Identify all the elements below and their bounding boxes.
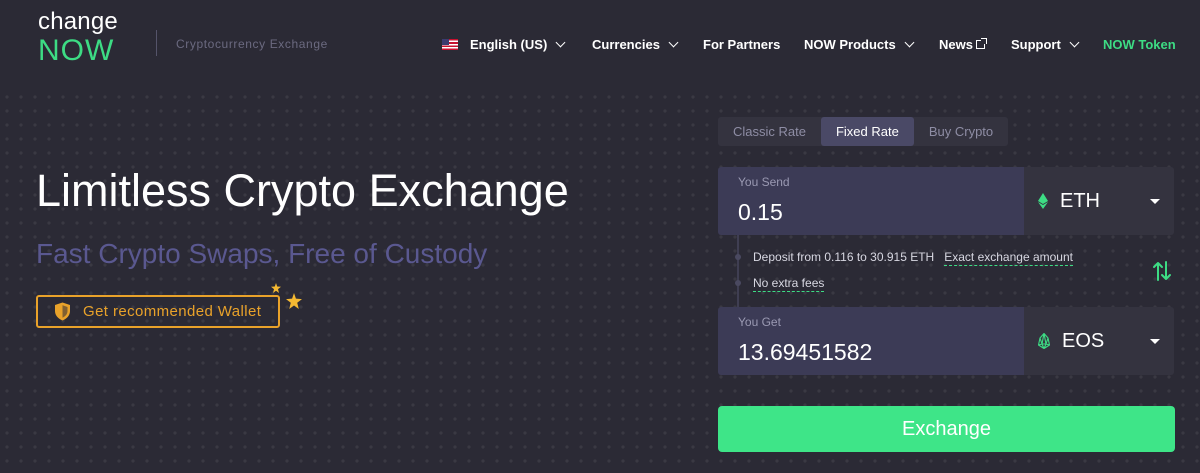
- chevron-down-icon: [1069, 37, 1080, 48]
- get-currency-ticker: EOS: [1062, 329, 1105, 352]
- tab-fixed-rate[interactable]: Fixed Rate: [820, 117, 914, 146]
- chevron-down-icon: [904, 37, 915, 48]
- logo[interactable]: change NOW: [38, 10, 118, 66]
- info-dot: [735, 254, 741, 260]
- nav-partners[interactable]: For Partners: [703, 37, 780, 52]
- no-fees-info: No extra fees: [753, 276, 825, 292]
- shield-icon: [55, 302, 70, 321]
- get-wallet-label: Get recommended Wallet: [83, 303, 262, 320]
- info-dot: [735, 280, 741, 286]
- get-amount-box[interactable]: You Get 13.69451582: [718, 307, 1024, 375]
- swap-arrows-icon[interactable]: [1151, 260, 1173, 282]
- deposit-info: Deposit from 0.116 to 30.915 ETH Exact e…: [753, 250, 1073, 266]
- send-caption: You Send: [738, 175, 790, 189]
- rate-tabs: Classic Rate Fixed Rate Buy Crypto: [718, 117, 1009, 146]
- nav-products-label: NOW Products: [804, 37, 896, 52]
- star-icon: [286, 293, 302, 309]
- nav-language-label: English (US): [470, 37, 548, 52]
- us-flag-icon: [442, 39, 458, 50]
- nav-news[interactable]: News: [939, 37, 987, 52]
- caret-down-icon: [1150, 339, 1160, 344]
- tab-buy-crypto[interactable]: Buy Crypto: [914, 117, 1008, 146]
- chevron-down-icon: [668, 37, 679, 48]
- nav-support[interactable]: Support: [1011, 37, 1080, 52]
- send-amount-input[interactable]: 0.15: [738, 199, 1004, 226]
- nav-products[interactable]: NOW Products: [804, 37, 915, 52]
- nav-support-label: Support: [1011, 37, 1061, 52]
- logo-line1: change: [38, 8, 118, 35]
- nav-news-label: News: [939, 37, 973, 52]
- exchange-button[interactable]: Exchange: [718, 406, 1175, 452]
- eth-icon: [1038, 193, 1048, 209]
- hero-title: Limitless Crypto Exchange: [36, 165, 569, 216]
- send-currency-select[interactable]: ETH: [1024, 167, 1174, 235]
- eos-icon: [1038, 333, 1050, 349]
- get-caption: You Get: [738, 315, 781, 329]
- hero-subtitle: Fast Crypto Swaps, Free of Custody: [36, 238, 488, 269]
- nav-token-label: NOW Token: [1103, 37, 1176, 52]
- no-fees-link[interactable]: No extra fees: [753, 276, 825, 292]
- nav-currencies[interactable]: Currencies: [592, 37, 679, 52]
- logo-line2: NOW: [38, 34, 115, 67]
- nav-token[interactable]: NOW Token: [1103, 37, 1176, 52]
- header-divider: [156, 30, 157, 56]
- star-icon: [271, 283, 281, 293]
- get-amount-value: 13.69451582: [738, 339, 873, 365]
- exact-amount-link[interactable]: Exact exchange amount: [944, 250, 1073, 266]
- get-field: You Get 13.69451582 EOS: [718, 307, 1174, 375]
- caret-down-icon: [1150, 199, 1160, 204]
- external-link-icon: [975, 38, 987, 49]
- send-amount-box[interactable]: You Send 0.15: [718, 167, 1024, 235]
- tagline: Cryptocurrency Exchange: [176, 37, 328, 51]
- send-currency-ticker: ETH: [1060, 189, 1100, 212]
- nav-language[interactable]: English (US): [442, 37, 566, 52]
- nav-currencies-label: Currencies: [592, 37, 660, 52]
- get-wallet-button[interactable]: Get recommended Wallet: [36, 295, 280, 328]
- send-field: You Send 0.15 ETH: [718, 167, 1174, 235]
- chevron-down-icon: [555, 37, 566, 48]
- info-connector: [737, 235, 739, 307]
- tab-classic-rate[interactable]: Classic Rate: [718, 117, 821, 146]
- deposit-range: Deposit from 0.116 to 30.915 ETH: [753, 250, 935, 264]
- get-currency-select[interactable]: EOS: [1024, 307, 1174, 375]
- nav-partners-label: For Partners: [703, 37, 781, 52]
- header: change NOW Cryptocurrency Exchange Engli…: [0, 0, 1200, 90]
